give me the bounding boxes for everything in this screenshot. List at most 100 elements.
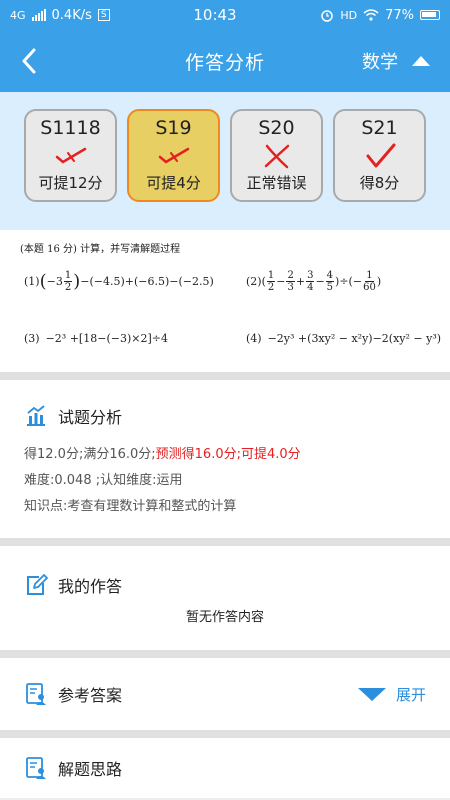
expand-triangle-icon: [357, 687, 386, 701]
expand-button[interactable]: 展开: [357, 684, 426, 705]
denominator: 4: [307, 282, 314, 293]
fraction: 12: [63, 270, 73, 293]
card-status: 可提4分: [146, 174, 201, 192]
denominator: 2: [267, 282, 275, 293]
clock: 10:43: [193, 6, 237, 24]
alarm-icon: [321, 10, 334, 22]
score-text: 得12.0分;满分16.0分;: [24, 447, 156, 462]
difficulty-line: 难度:0.048 ;认知维度:运用: [24, 473, 183, 488]
network-label: 4G: [10, 8, 26, 22]
analysis-title: 试题分析: [58, 408, 123, 427]
signal-icon: [31, 9, 46, 21]
expand-label: 展开: [395, 685, 426, 704]
s-badge-icon: S: [97, 9, 110, 21]
question-card-s21[interactable]: S21 得8分: [333, 109, 426, 202]
question-part-4: (4) −2y³ +(3xy² − x²y)−2(xy² − y³): [246, 332, 441, 345]
status-right: HD 77%: [320, 8, 440, 23]
analysis-info: 得12.0分;满分16.0分;预测得16.0分;可提4.0分 难度:0.048 …: [24, 442, 426, 520]
divider: [0, 538, 450, 546]
page-title: 作答分析: [184, 51, 265, 74]
my-answer-section: 我的作答 暂无作答内容: [0, 546, 450, 650]
reference-header: 参考答案: [24, 682, 122, 706]
collapse-triangle-icon: [412, 56, 430, 66]
question-content: (本题 16 分) 计算，并写清解题过程 (1) ( −3 12 ) −(−4.…: [0, 230, 450, 372]
card-id: S1118: [40, 117, 101, 139]
part-label: (4): [246, 332, 262, 345]
subject-selector[interactable]: 数学: [362, 30, 430, 92]
subject-label: 数学: [362, 52, 398, 73]
fraction: 34: [306, 270, 315, 293]
numerator: 1: [63, 270, 73, 282]
numerator: 4: [325, 270, 335, 282]
denominator: 5: [326, 282, 334, 293]
network-speed: 0.4K/s: [51, 7, 92, 23]
question-card-s20[interactable]: S20 正常错误: [230, 109, 323, 202]
numerator: 3: [306, 270, 315, 282]
question-part-3: (3) −2³ +[18−(−3)×2]÷4: [24, 332, 168, 345]
question-part-1: (1) ( −3 12 ) −(−4.5)+(−6.5)−(−2.5): [24, 270, 214, 293]
card-status: 可提12分: [38, 174, 103, 192]
half-correct-mark-icon: [158, 147, 189, 164]
my-answer-header: 我的作答: [24, 573, 426, 597]
edit-icon: [27, 574, 48, 595]
back-button[interactable]: [14, 46, 44, 76]
expression: −2³ +[18−(−3)×2]÷4: [45, 332, 168, 345]
question-part-2: (2) ( 12 − 23 + 34 − 45 )÷(− 1 60 ): [246, 270, 382, 293]
denominator: 3: [287, 282, 294, 293]
wifi-icon: [363, 9, 379, 21]
question-card-s1118[interactable]: S1118 可提12分: [24, 109, 117, 202]
card-status: 得8分: [359, 174, 400, 192]
denominator: 60: [363, 282, 376, 293]
document-user-icon: [26, 757, 46, 779]
divider: [0, 372, 450, 380]
part-label: (3): [24, 332, 40, 345]
empty-answer-text: 暂无作答内容: [185, 610, 264, 625]
back-arrow-icon: [22, 48, 36, 74]
denominator: 2: [64, 282, 72, 293]
score-line: 得12.0分;满分16.0分;预测得16.0分;可提4.0分: [24, 442, 426, 468]
analysis-header: 试题分析: [24, 404, 426, 428]
document-user-icon: [26, 683, 46, 705]
solution-thinking-section[interactable]: 解题思路: [0, 738, 450, 798]
my-answer-title: 我的作答: [58, 577, 123, 596]
numerator: 2: [286, 270, 295, 282]
thinking-header: 解题思路: [24, 756, 122, 780]
hd-label: HD: [340, 8, 358, 22]
fraction: 45: [325, 270, 335, 293]
card-status: 正常错误: [246, 174, 307, 192]
fraction: 1 60: [363, 270, 376, 293]
numerator: 1: [266, 270, 276, 282]
status-bar: 4G 0.4K/s S 10:43 HD 77%: [0, 0, 450, 30]
divider: [0, 650, 450, 658]
fraction: 23: [286, 270, 295, 293]
reference-title: 参考答案: [58, 686, 123, 705]
expression: −(−4.5)+(−6.5)−(−2.5): [80, 275, 214, 288]
thinking-title: 解题思路: [58, 760, 123, 779]
divider: [0, 730, 450, 738]
analysis-section: 试题分析 得12.0分;满分16.0分;预测得16.0分;可提4.0分 难度:0…: [0, 380, 450, 538]
card-id: S19: [155, 117, 192, 139]
reference-answer-section: 参考答案 展开: [0, 658, 450, 730]
knowledge-line: 知识点:考查有理数计算和整式的计算: [24, 499, 237, 514]
battery-icon: [420, 10, 440, 20]
mixed-whole: −3: [46, 275, 63, 288]
bar-chart-icon: [27, 405, 45, 426]
half-correct-mark-icon: [55, 147, 86, 164]
card-id: S20: [258, 117, 295, 139]
question-card-s19[interactable]: S19 可提4分: [127, 109, 220, 202]
battery-percent: 77%: [385, 7, 414, 23]
header-bar: 作答分析 数学: [0, 30, 450, 92]
question-cards: S1118 可提12分 S19 可提4分 S20 正常错误 S21 得8分: [0, 92, 450, 230]
predicted-score-text: 预测得16.0分;可提4.0分: [155, 447, 301, 462]
part-label: (1): [24, 275, 40, 288]
numerator: 1: [365, 270, 374, 282]
expression: −2y³ +(3xy² − x²y)−2(xy² − y³): [267, 332, 442, 345]
fraction: 12: [266, 270, 276, 293]
status-left: 4G 0.4K/s S: [10, 8, 110, 23]
app-root: 4G 0.4K/s S 10:43 HD 77% 作答分析 数学 S1118 可…: [0, 0, 450, 800]
wrong-mark-icon: [264, 144, 289, 168]
correct-mark-icon: [366, 143, 395, 167]
part-label: (2): [246, 275, 262, 288]
card-id: S21: [361, 117, 398, 139]
question-intro: (本题 16 分) 计算，并写清解题过程: [20, 244, 181, 255]
